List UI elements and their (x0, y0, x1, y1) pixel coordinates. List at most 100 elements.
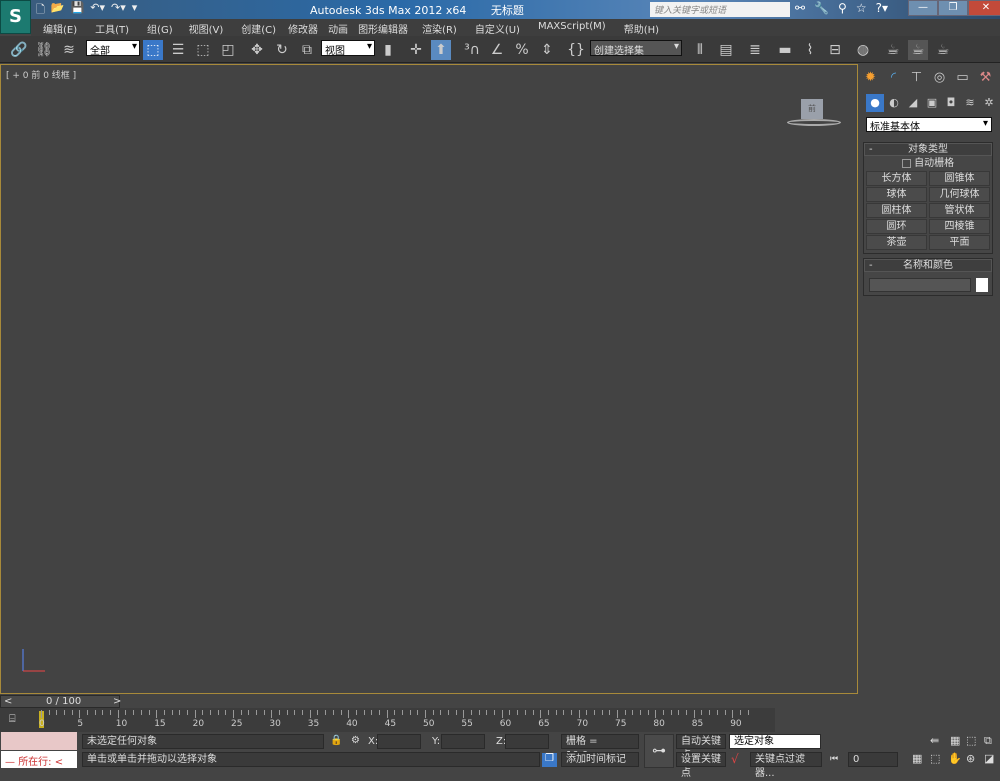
viewport-front[interactable]: [ + 0 前 0 线框 ] 前 (0, 64, 858, 694)
modify-tab-icon[interactable]: ◜ (883, 68, 904, 88)
close-button[interactable]: ✕ (968, 0, 1000, 16)
cone-button[interactable]: 圆锥体 (929, 171, 990, 186)
space-warps-icon[interactable]: ≋ (961, 94, 979, 112)
menu-rendering[interactable]: 渲染(R) (422, 19, 457, 36)
key-filters-button[interactable]: 关键点过滤器... (750, 752, 822, 779)
time-slider[interactable]: < 0 / 100 > (0, 695, 121, 708)
menu-tools[interactable]: 工具(T) (95, 19, 129, 36)
graphite-ribbon-icon[interactable]: ▬ (775, 40, 795, 60)
rotate-icon[interactable]: ↻ (272, 40, 292, 60)
object-color-swatch[interactable] (976, 278, 988, 292)
named-selection-dropdown[interactable]: 创建选择集 (590, 40, 682, 57)
key-mode-dropdown[interactable]: 选定对象 (729, 734, 821, 749)
plane-button[interactable]: 平面 (929, 235, 990, 250)
unlink-icon[interactable]: ⛓ (34, 40, 54, 60)
menu-customize[interactable]: 自定义(U) (475, 19, 520, 36)
rendered-frame-window-icon[interactable]: ☕ (908, 40, 928, 60)
viewcube[interactable]: 前 (801, 99, 823, 119)
checkbox[interactable] (901, 158, 911, 168)
undo-icon[interactable]: ↶▾ (90, 1, 105, 17)
angle-snap-icon[interactable]: ∠ (487, 40, 507, 60)
save-icon[interactable]: 💾 (71, 1, 85, 17)
next-frame-button[interactable]: > (113, 696, 121, 707)
zoom-all-icon[interactable]: ▦ (950, 734, 960, 747)
viewport-label[interactable]: [ + 0 前 0 线框 ] (6, 68, 76, 81)
geometry-icon[interactable]: ● (866, 94, 884, 112)
select-by-name-icon[interactable]: ☰ (168, 40, 188, 60)
percent-snap-icon[interactable]: % (512, 40, 532, 60)
time-tag-icon[interactable]: ❐ (542, 753, 557, 767)
material-editor-icon[interactable]: ◍ (853, 40, 873, 60)
set-key-button[interactable]: 设置关键点 (676, 752, 726, 779)
lock-icon[interactable]: 🔒 (330, 735, 342, 746)
key-tangent-icon[interactable]: √ (731, 752, 739, 766)
motion-tab-icon[interactable]: ◎ (929, 68, 950, 88)
mini-curve-editor-icon[interactable]: ⌸ (9, 712, 16, 726)
layer-manager-icon[interactable]: ≣ (745, 40, 765, 60)
search-input[interactable]: 键入关键字或短语 (650, 2, 790, 17)
orbit-icon[interactable]: ⊛ (966, 752, 975, 765)
keyboard-shortcut-override-icon[interactable]: ⬆ (431, 40, 451, 60)
prev-frame-button[interactable]: < (4, 696, 12, 707)
x-coordinate-input[interactable] (377, 734, 421, 749)
menu-views[interactable]: 视图(V) (189, 19, 224, 36)
dropdown-icon[interactable]: ▾ (132, 1, 138, 17)
menu-modifiers[interactable]: 修改器 (288, 19, 318, 36)
object-type-header[interactable]: - 对象类型 (864, 143, 992, 156)
sphere-button[interactable]: 球体 (866, 187, 927, 202)
new-icon[interactable]: 🗋 (36, 1, 45, 17)
redo-icon[interactable]: ↷▾ (111, 1, 126, 17)
y-coordinate-input[interactable] (441, 734, 485, 749)
hierarchy-tab-icon[interactable]: ⊤ (906, 68, 927, 88)
menu-animation[interactable]: 动画 (328, 19, 348, 36)
schematic-view-icon[interactable]: ⊟ (825, 40, 845, 60)
display-tab-icon[interactable]: ▭ (952, 68, 973, 88)
tube-button[interactable]: 管状体 (929, 203, 990, 218)
spinner-snap-icon[interactable]: ⇕ (537, 40, 557, 60)
align-icon[interactable]: ▤ (716, 40, 736, 60)
mirror-icon[interactable]: ⫴ (690, 40, 710, 60)
category-dropdown[interactable]: 标准基本体 ▾ (866, 117, 992, 133)
menu-graph-editors[interactable]: 图形编辑器 (358, 19, 408, 36)
minimize-button[interactable]: — (908, 0, 938, 16)
playback-controls-icon[interactable]: ⇚ (930, 734, 939, 747)
track-bar[interactable]: ⌸ 0 5 10 15 20 25 30 35 40 45 50 55 60 65 70 75 80 85 90 (0, 708, 775, 732)
move-icon[interactable]: ✥ (247, 40, 267, 60)
viewcube-ring[interactable] (787, 119, 841, 126)
current-frame-input[interactable]: 0 (848, 752, 898, 767)
utilities-tab-icon[interactable]: ⚒ (975, 68, 996, 88)
restore-button[interactable]: ❐ (938, 0, 968, 16)
maxscript-line[interactable]: — 所在行: < (1, 751, 77, 768)
z-coordinate-input[interactable] (505, 734, 549, 749)
snaps-toggle-icon[interactable]: ³∩ (462, 40, 482, 60)
select-manipulate-icon[interactable]: ✛ (406, 40, 426, 60)
link-icon[interactable]: 🔗 (9, 40, 29, 60)
set-key-icon[interactable]: ⊶ (644, 734, 674, 768)
auto-key-button[interactable]: 自动关键点 (676, 734, 726, 761)
pivot-center-icon[interactable]: ▮ (378, 40, 398, 60)
render-production-icon[interactable]: ☕ (933, 40, 953, 60)
selection-filter-dropdown[interactable]: 全部 (86, 40, 140, 57)
zoom-extents-all-icon[interactable]: ⧉ (984, 734, 992, 748)
name-color-header[interactable]: - 名称和颜色 (864, 259, 992, 272)
pan-hand-icon[interactable]: ✋ (948, 752, 962, 765)
shapes-icon[interactable]: ◐ (885, 94, 903, 112)
helpers-icon[interactable]: ◘ (942, 94, 960, 112)
add-time-tag[interactable]: 添加时间标记 (561, 752, 639, 767)
zoom-extents-icon[interactable]: ⬚ (930, 752, 940, 765)
pyramid-button[interactable]: 四棱锥 (929, 219, 990, 234)
menu-help[interactable]: 帮助(H) (624, 19, 659, 36)
maximize-viewport-icon[interactable]: ◪ (984, 752, 994, 765)
object-name-input[interactable] (869, 278, 971, 292)
app-logo-button[interactable]: S (0, 0, 31, 34)
curve-editor-icon[interactable]: ⌇ (800, 40, 820, 60)
box-button[interactable]: 长方体 (866, 171, 927, 186)
geosphere-button[interactable]: 几何球体 (929, 187, 990, 202)
cameras-icon[interactable]: ▣ (923, 94, 941, 112)
menu-group[interactable]: 组(G) (147, 19, 173, 36)
systems-icon[interactable]: ✲ (980, 94, 998, 112)
menu-edit[interactable]: 编辑(E) (43, 19, 77, 36)
window-crossing-icon[interactable]: ◰ (218, 40, 238, 60)
satellite-icon[interactable]: ⚲ (838, 1, 847, 15)
select-object-icon[interactable]: ⬚ (143, 40, 163, 60)
